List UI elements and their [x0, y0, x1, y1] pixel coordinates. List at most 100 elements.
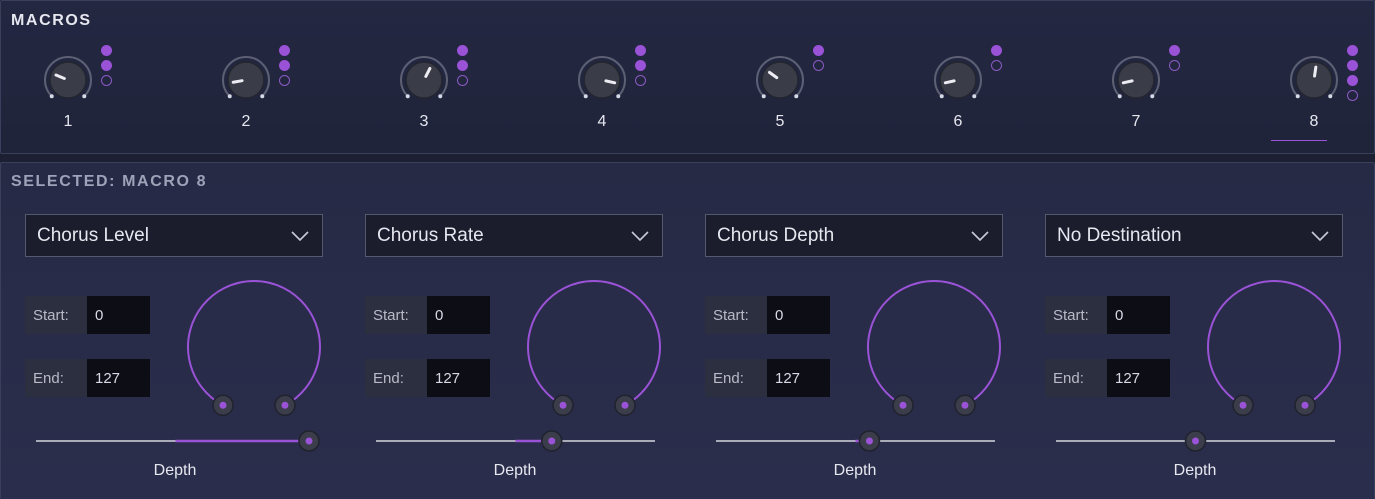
start-label: Start:: [705, 296, 767, 334]
range-end-handle[interactable]: [1294, 394, 1316, 417]
end-label: End:: [1045, 359, 1107, 397]
depth-slider-handle[interactable]: [541, 430, 563, 452]
range-ring[interactable]: [520, 274, 670, 424]
destination-dropdown[interactable]: Chorus Level: [25, 214, 323, 257]
range-ring[interactable]: [180, 274, 330, 424]
destination-value: Chorus Rate: [377, 224, 484, 246]
assigned-dot: [457, 45, 468, 56]
range-end-handle[interactable]: [954, 394, 976, 417]
chevron-down-icon: [631, 231, 649, 242]
depth-slider-handle[interactable]: [1184, 430, 1207, 452]
chevron-down-icon: [971, 231, 989, 242]
assigned-dot: [635, 45, 646, 56]
end-value-field[interactable]: 127: [427, 359, 490, 397]
end-label: End:: [365, 359, 427, 397]
destination-dropdown[interactable]: No Destination: [1045, 214, 1343, 257]
assignment-dots: [1169, 45, 1183, 75]
end-value-field[interactable]: 127: [87, 359, 150, 397]
destination-slot-1: Chorus Level Start: 0 End: 127 Depth: [25, 214, 325, 499]
empty-dot: [635, 75, 646, 86]
start-value-field[interactable]: 0: [427, 296, 490, 334]
macro-number: 4: [597, 113, 607, 130]
macro-number: 5: [775, 113, 785, 130]
depth-label: Depth: [833, 462, 877, 479]
destination-value: Chorus Level: [37, 224, 149, 246]
range-end-handle[interactable]: [274, 394, 296, 417]
destination-dropdown[interactable]: Chorus Depth: [705, 214, 1003, 257]
destination-value: No Destination: [1057, 224, 1182, 246]
depth-label: Depth: [493, 462, 537, 479]
range-start-handle[interactable]: [1232, 394, 1254, 417]
range-ring[interactable]: [1200, 274, 1350, 424]
knob-dial[interactable]: [219, 55, 273, 109]
assigned-dot: [991, 45, 1002, 56]
destination-value: Chorus Depth: [717, 224, 835, 246]
range-ring[interactable]: [860, 274, 1010, 424]
depth-slider[interactable]: [715, 429, 1000, 453]
macro-knob-8[interactable]: 8: [1271, 41, 1375, 151]
end-value-field[interactable]: 127: [1107, 359, 1170, 397]
assignment-dots: [813, 45, 827, 75]
range-end-handle[interactable]: [614, 394, 636, 417]
start-label: Start:: [365, 296, 427, 334]
selected-macro-title: SELECTED: MACRO 8: [11, 173, 208, 190]
selected-macro-panel: SELECTED: MACRO 8 Chorus Level Start: 0 End…: [0, 162, 1375, 499]
destination-dropdown[interactable]: Chorus Rate: [365, 214, 663, 257]
depth-slider[interactable]: [1055, 429, 1340, 453]
empty-dot: [457, 75, 468, 86]
depth-slider[interactable]: [375, 429, 660, 453]
macro-knob-1[interactable]: 1: [31, 41, 141, 151]
start-value-field[interactable]: 0: [1107, 296, 1170, 334]
assigned-dot: [1169, 45, 1180, 56]
macro-number: 2: [241, 113, 251, 130]
end-value-field[interactable]: 127: [767, 359, 830, 397]
macro-knob-5[interactable]: 5: [743, 41, 853, 151]
knob-dial[interactable]: [1287, 55, 1341, 109]
range-start-handle[interactable]: [892, 394, 914, 417]
assigned-dot: [101, 45, 112, 56]
range-start-handle[interactable]: [552, 394, 574, 417]
start-value-field[interactable]: 0: [767, 296, 830, 334]
knob-dial[interactable]: [41, 55, 95, 109]
depth-slider[interactable]: [35, 429, 320, 453]
knob-dial[interactable]: [931, 55, 985, 109]
assigned-dot: [101, 60, 112, 71]
knob-dial[interactable]: [753, 55, 807, 109]
macro-knob-2[interactable]: 2: [209, 41, 319, 151]
assigned-dot: [279, 60, 290, 71]
depth-slider-handle[interactable]: [858, 430, 881, 452]
empty-dot: [813, 60, 824, 71]
assigned-dot: [457, 60, 468, 71]
macro-knob-6[interactable]: 6: [921, 41, 1031, 151]
macro-number: 1: [63, 113, 73, 130]
macro-knob-7[interactable]: 7: [1099, 41, 1209, 151]
start-value-field[interactable]: 0: [87, 296, 150, 334]
depth-slider-handle[interactable]: [298, 430, 320, 452]
empty-dot: [279, 75, 290, 86]
assigned-dot: [279, 45, 290, 56]
macro-knob-4[interactable]: 4: [565, 41, 675, 151]
macro-knob-3[interactable]: 3: [387, 41, 497, 151]
start-label: Start:: [1045, 296, 1107, 334]
assignment-dots: [101, 45, 115, 90]
chevron-down-icon: [291, 231, 309, 242]
end-label: End:: [705, 359, 767, 397]
empty-dot: [1347, 90, 1358, 101]
range-start-handle[interactable]: [212, 394, 234, 417]
assignment-dots: [991, 45, 1005, 75]
start-label: Start:: [25, 296, 87, 334]
depth-label: Depth: [153, 462, 197, 479]
macros-panel: MACROS 1 2 3 4 5 6 7 8: [0, 0, 1375, 154]
chevron-down-icon: [1311, 231, 1329, 242]
assignment-dots: [1347, 45, 1361, 105]
empty-dot: [101, 75, 112, 86]
macro-number: 7: [1131, 113, 1141, 130]
macro-number: 8: [1309, 113, 1319, 130]
knob-dial[interactable]: [397, 55, 451, 109]
depth-label: Depth: [1173, 462, 1217, 479]
assignment-dots: [635, 45, 649, 90]
macro-number: 3: [419, 113, 429, 130]
knob-dial[interactable]: [575, 55, 629, 109]
destination-slot-3: Chorus Depth Start: 0 End: 127 Depth: [705, 214, 1005, 499]
knob-dial[interactable]: [1109, 55, 1163, 109]
